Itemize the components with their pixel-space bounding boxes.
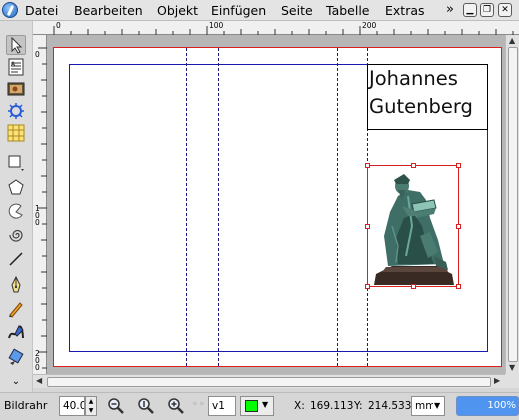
vertical-scroll-thumb[interactable] — [508, 47, 518, 362]
polygon-tool-icon[interactable] — [6, 177, 26, 197]
menu-item[interactable]: Objekt — [157, 3, 198, 18]
resize-handle-top-left[interactable] — [365, 163, 370, 168]
status-bar: Bildrahr 40.0 ▲ ▼ ◦◦ v1 ▼ X: 169.113 Y: 2… — [0, 392, 519, 420]
column-guide — [186, 48, 187, 366]
horizontal-ruler-ticks — [53, 26, 514, 35]
ruler-label: 200 — [362, 21, 377, 30]
chevron-down-icon: ▼ — [262, 400, 269, 409]
resize-handle-left[interactable] — [365, 224, 370, 229]
ruler-label: 200 — [35, 349, 40, 372]
progress-bar: 100% — [456, 396, 519, 416]
column-guide — [218, 48, 219, 366]
scroll-right-icon[interactable]: ▶ — [494, 376, 500, 385]
more-tools-chevron-icon[interactable]: ⌄ — [6, 371, 26, 391]
tools-toolbar: A ⌄ — [0, 21, 33, 392]
text-frame-content: Johannes Gutenberg — [369, 67, 473, 118]
column-guide — [337, 48, 338, 366]
horizontal-scroll-thumb[interactable] — [47, 377, 491, 387]
resize-handle-right[interactable] — [456, 224, 461, 229]
menubar: Datei Bearbeiten Objekt Einfügen Seite T… — [0, 0, 519, 21]
resize-handle-bottom-left[interactable] — [365, 284, 370, 289]
resize-handle-top[interactable] — [411, 163, 416, 168]
ruler-label: 100 — [35, 204, 40, 227]
vertical-scrollbar[interactable]: ▲ ▼ — [505, 35, 519, 374]
menu-overflow-button[interactable]: » — [446, 2, 454, 17]
minimize-icon[interactable]: ▁ — [463, 3, 477, 17]
image-frame[interactable] — [365, 163, 461, 289]
select-tool-icon[interactable] — [6, 35, 26, 55]
layer-color-button[interactable]: ▼ — [240, 396, 274, 416]
chevron-down-icon: ▼ — [434, 401, 441, 410]
scribus-window: Datei Bearbeiten Objekt Einfügen Seite T… — [0, 0, 519, 420]
status-mode-label: Bildrahr — [4, 399, 48, 412]
unit-selector[interactable]: mm ▼ — [411, 396, 445, 416]
zoom-input[interactable]: 40.0 — [59, 396, 85, 416]
scroll-left-icon[interactable]: ◀ — [36, 376, 42, 385]
spiral-tool-icon[interactable] — [6, 225, 26, 245]
vertical-ruler[interactable]: 0 100 200 — [33, 35, 47, 374]
freehand-tool-icon[interactable] — [6, 299, 26, 319]
rotate-tool-icon[interactable] — [6, 347, 26, 367]
resize-handle-top-right[interactable] — [456, 163, 461, 168]
image-frame-tool-icon[interactable] — [6, 79, 26, 99]
restore-icon[interactable]: ❐ — [480, 3, 494, 17]
scroll-up-icon[interactable]: ▲ — [509, 36, 515, 45]
scroll-down-icon[interactable]: ▼ — [509, 363, 515, 372]
horizontal-ruler[interactable]: 0 100 200 — [33, 21, 519, 35]
unit-value: mm — [415, 400, 433, 412]
table-tool-icon[interactable] — [6, 123, 26, 143]
x-coordinate-value: 169.113 — [310, 400, 354, 412]
ruler-label: 0 — [56, 21, 61, 30]
zoom-100-icon[interactable] — [137, 397, 155, 415]
document-canvas[interactable]: Johannes Gutenberg — [47, 35, 505, 374]
horizontal-scrollbar[interactable]: ◀ ▶ — [33, 374, 505, 388]
text-frame-tool-icon[interactable]: A — [6, 57, 26, 77]
layer-color-swatch — [245, 400, 258, 412]
close-icon[interactable]: ✕ — [498, 3, 512, 17]
render-frame-tool-icon[interactable] — [6, 101, 26, 121]
document-page[interactable]: Johannes Gutenberg — [53, 47, 502, 367]
text-frame[interactable]: Johannes Gutenberg — [367, 64, 488, 130]
y-coordinate-label: Y: — [354, 400, 363, 412]
size-grip — [505, 374, 519, 388]
ruler-label: 0 — [35, 50, 40, 59]
menu-page[interactable]: Seite — [281, 3, 313, 18]
line-tool-icon[interactable] — [6, 249, 26, 269]
ruler-label: 100 — [209, 21, 224, 30]
menu-table[interactable]: Tabelle — [326, 3, 370, 18]
gutenberg-statue-image — [374, 174, 454, 285]
menu-file[interactable]: Datei — [25, 3, 58, 18]
resize-handle-bottom-right[interactable] — [456, 284, 461, 289]
menu-edit[interactable]: Bearbeiten — [74, 3, 143, 18]
bezier-tool-icon[interactable] — [6, 275, 26, 295]
layer-selector[interactable]: v1 — [208, 396, 236, 416]
scribus-logo-icon — [2, 2, 18, 18]
x-coordinate-label: X: — [294, 400, 305, 412]
menu-insert[interactable]: Einfügen — [211, 3, 266, 18]
y-coordinate-value: 214.533 — [368, 400, 412, 412]
zoom-spinner[interactable]: ▲ ▼ — [85, 396, 97, 416]
zoom-out-icon[interactable] — [107, 397, 125, 415]
menu-extras[interactable]: Extras — [385, 3, 425, 18]
arc-tool-icon[interactable] — [6, 201, 26, 221]
page-nav-separator: ◦◦ — [192, 399, 206, 410]
resize-handle-bottom[interactable] — [411, 284, 416, 289]
shape-tool-icon[interactable] — [6, 153, 26, 173]
calligraphic-tool-icon[interactable] — [6, 323, 26, 343]
zoom-in-icon[interactable] — [167, 397, 185, 415]
